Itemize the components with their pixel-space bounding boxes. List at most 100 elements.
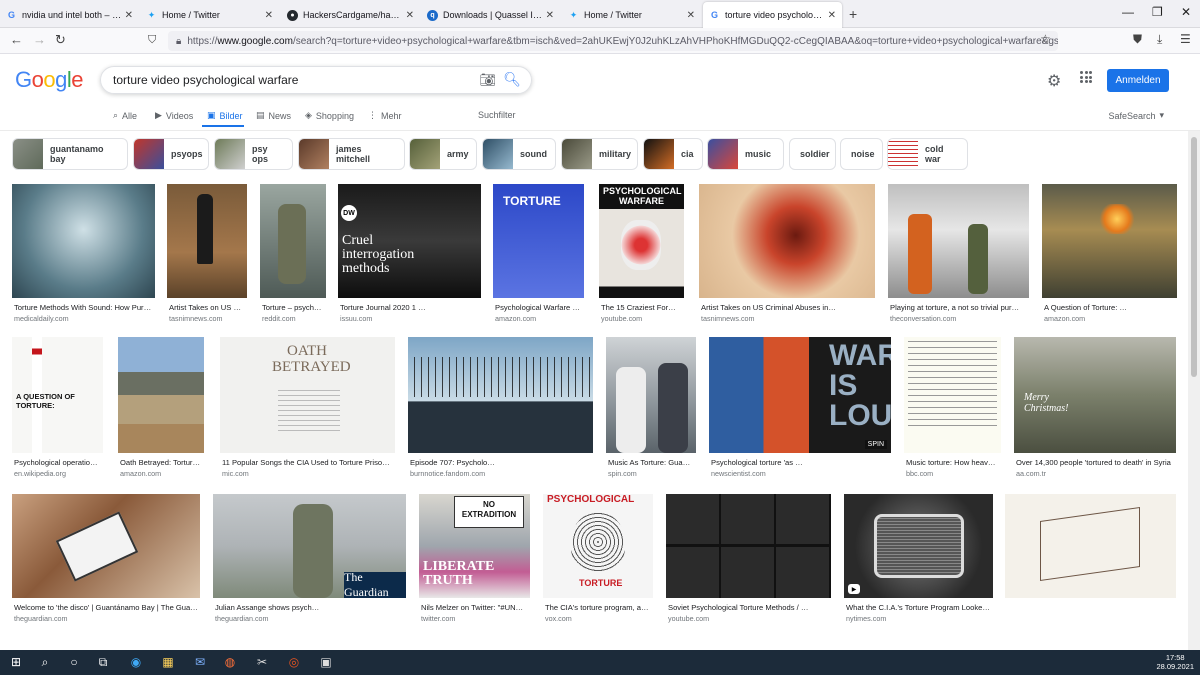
result-thumbnail[interactable]: WAR IS LOUD SPIN [709,337,891,453]
result-thumbnail[interactable] [12,494,200,598]
url-bar[interactable]: 🔒︎ https://www.google.com/search?q=tortu… [168,31,1058,51]
result-thumbnail[interactable]: Merry Christmas! [1014,337,1176,453]
related-chip[interactable]: james mitchell [298,138,405,170]
result-thumbnail[interactable] [12,184,155,298]
result-caption[interactable]: 11 Popular Songs the CIA Used to Torture… [222,458,393,467]
result-caption[interactable]: Episode 707: Psycholo… [410,458,591,467]
image-result[interactable]: Oath Betrayed: Torture, Medical Complici… [118,337,204,483]
result-caption[interactable]: Oath Betrayed: Torture, Medical Complici… [120,458,202,467]
result-caption[interactable]: Psychological torture 'as … [711,458,889,467]
windows-start-icon[interactable]: ⊞ [8,654,24,670]
close-window-icon[interactable]: ✕ [1181,5,1191,19]
result-thumbnail[interactable] [1042,184,1177,298]
related-chip[interactable]: cia [643,138,703,170]
result-thumbnail[interactable] [699,184,875,298]
related-chip[interactable]: army [409,138,477,170]
result-thumbnail[interactable] [118,337,204,453]
close-tab-icon[interactable]: ✕ [546,10,554,21]
tab-images[interactable]: ▣ Bilder [207,110,243,121]
result-thumbnail[interactable] [260,184,326,298]
tab-videos[interactable]: ▶ Videos [155,110,193,121]
browser-tab[interactable]: G nvidia und intel both – Google S ✕ [0,2,139,28]
scrollbar-thumb[interactable] [1191,137,1197,377]
image-result[interactable]: Playing at torture, a not so trivial pur… [888,184,1029,328]
result-caption[interactable]: Psychological operatio… [14,458,101,467]
ubuntu-icon[interactable]: ◎ [286,654,302,670]
related-chip[interactable]: cold war [887,138,968,170]
close-tab-icon[interactable]: ✕ [265,10,273,21]
image-result[interactable]: Torture – psychological interrogation … r… [260,184,326,328]
minimize-icon[interactable]: — [1122,5,1134,19]
result-thumbnail[interactable] [408,337,593,453]
browser-tab[interactable]: ✦ Home / Twitter ✕ [562,2,701,28]
google-logo[interactable]: Google [15,67,84,93]
camera-icon[interactable]: 📷︎ [479,72,496,88]
image-result[interactable] [1005,494,1176,628]
result-caption[interactable]: The CIA's torture program, as explained … [545,603,651,612]
result-caption[interactable]: Welcome to 'the disco' | Guantánamo Bay … [14,603,198,612]
search-input[interactable]: torture video psychological warfare 📷︎ 🔍… [100,66,532,94]
close-tab-icon[interactable]: ✕ [406,10,414,21]
result-caption[interactable]: Torture – psychological interrogation … [262,303,324,312]
maximize-icon[interactable]: ❐ [1152,5,1163,19]
back-icon[interactable]: ← [10,32,23,47]
result-thumbnail[interactable] [904,337,1001,453]
store-icon[interactable]: ▦ [160,654,176,670]
reload-icon[interactable]: ↻ [55,32,66,48]
tab-more[interactable]: ⋮ Mehr [368,110,402,121]
result-thumbnail[interactable]: PSYCHOLOGICAL TORTURE [543,494,653,598]
result-thumbnail[interactable] [666,494,831,598]
result-caption[interactable]: Over 14,300 people 'tortured to death' i… [1016,458,1174,467]
image-result[interactable]: Artist Takes on US Criminal Abuses in Ir… [167,184,247,328]
related-chip[interactable]: sound [482,138,556,170]
apps-grid-icon[interactable] [1080,71,1092,83]
result-thumbnail[interactable]: A QUESTION OF TORTURE: [12,337,103,453]
related-chip[interactable]: military [561,138,638,170]
edge-icon[interactable]: ◉ [128,654,144,670]
result-caption[interactable]: A Question of Torture: … [1044,303,1175,312]
forward-icon[interactable]: → [33,32,46,47]
browser-tab-active[interactable]: G torture video psychological warfa ✕ [703,2,842,28]
image-result[interactable]: TORTURE Psychological Warfare … amazon.com [493,184,584,328]
result-thumbnail[interactable] [167,184,247,298]
related-chip[interactable]: guantanamo bay [12,138,128,170]
result-caption[interactable]: Julian Assange shows psych… [215,603,404,612]
bookmark-star-icon[interactable]: ☆ [1040,32,1051,46]
image-result[interactable]: Cruel interrogation methods DW Torture Jou… [338,184,481,328]
result-caption[interactable]: Music torture: How heavy metal broke Man… [906,458,999,467]
mail-icon[interactable]: ✉ [192,654,208,670]
result-caption[interactable]: What the C.I.A.'s Torture Program Looked… [846,603,991,612]
related-chip[interactable]: psyops [133,138,209,170]
pocket-icon[interactable]: ⛊ [1133,32,1142,47]
search-filter-button[interactable]: Suchfilter [478,110,516,120]
firefox-icon[interactable]: ◍ [222,654,238,670]
image-result[interactable]: Torture Methods With Sound: How Pur… medi… [12,184,155,328]
safesearch-dropdown[interactable]: SafeSearch ▾ [1108,110,1164,121]
result-thumbnail[interactable] [606,337,696,453]
result-thumbnail[interactable]: TORTURE [493,184,584,298]
result-caption[interactable]: The 15 Craziest Forms of Psychological T… [601,303,682,312]
result-thumbnail[interactable]: ▶ [844,494,993,598]
result-caption[interactable]: Playing at torture, a not so trivial pur… [890,303,1027,312]
result-caption[interactable]: Psychological Warfare … [495,303,582,312]
related-chip[interactable]: noise [840,138,883,170]
download-icon[interactable]: ⤓ [1157,32,1162,47]
tab-shopping[interactable]: ◈ Shopping [305,110,354,121]
image-result[interactable]: A Question of Torture: … amazon.com [1042,184,1177,328]
menu-icon[interactable]: ☰ [1180,32,1191,46]
related-chip[interactable]: music [707,138,784,170]
new-tab-icon[interactable]: + [849,6,857,22]
close-tab-icon[interactable]: ✕ [687,10,695,21]
result-caption[interactable]: Torture Methods With Sound: How Pur… [14,303,153,312]
result-thumbnail[interactable]: NO EXTRADITION LIBERATE TRUTH [419,494,530,598]
xchat-icon[interactable]: ✂ [254,654,270,670]
image-result[interactable]: Music As Torture: Guantanamo Bay Feature… [606,337,696,483]
result-caption[interactable]: Torture Journal 2020 1 … [340,303,479,312]
result-caption[interactable]: Music As Torture: Guantanamo Bay Feature… [608,458,694,467]
image-result[interactable]: PSYCHOLOGICAL TORTURE The CIA's torture pr… [543,494,653,628]
sign-in-button[interactable]: Anmelden [1107,69,1169,92]
cortana-icon[interactable]: ○ [66,654,82,670]
browser-tab[interactable]: ✦ Home / Twitter ✕ [140,2,279,28]
image-result[interactable]: PSYCHOLOGICAL WARFARE The 15 Craziest For… [599,184,684,328]
terminal-icon[interactable]: ▣ [318,654,334,670]
